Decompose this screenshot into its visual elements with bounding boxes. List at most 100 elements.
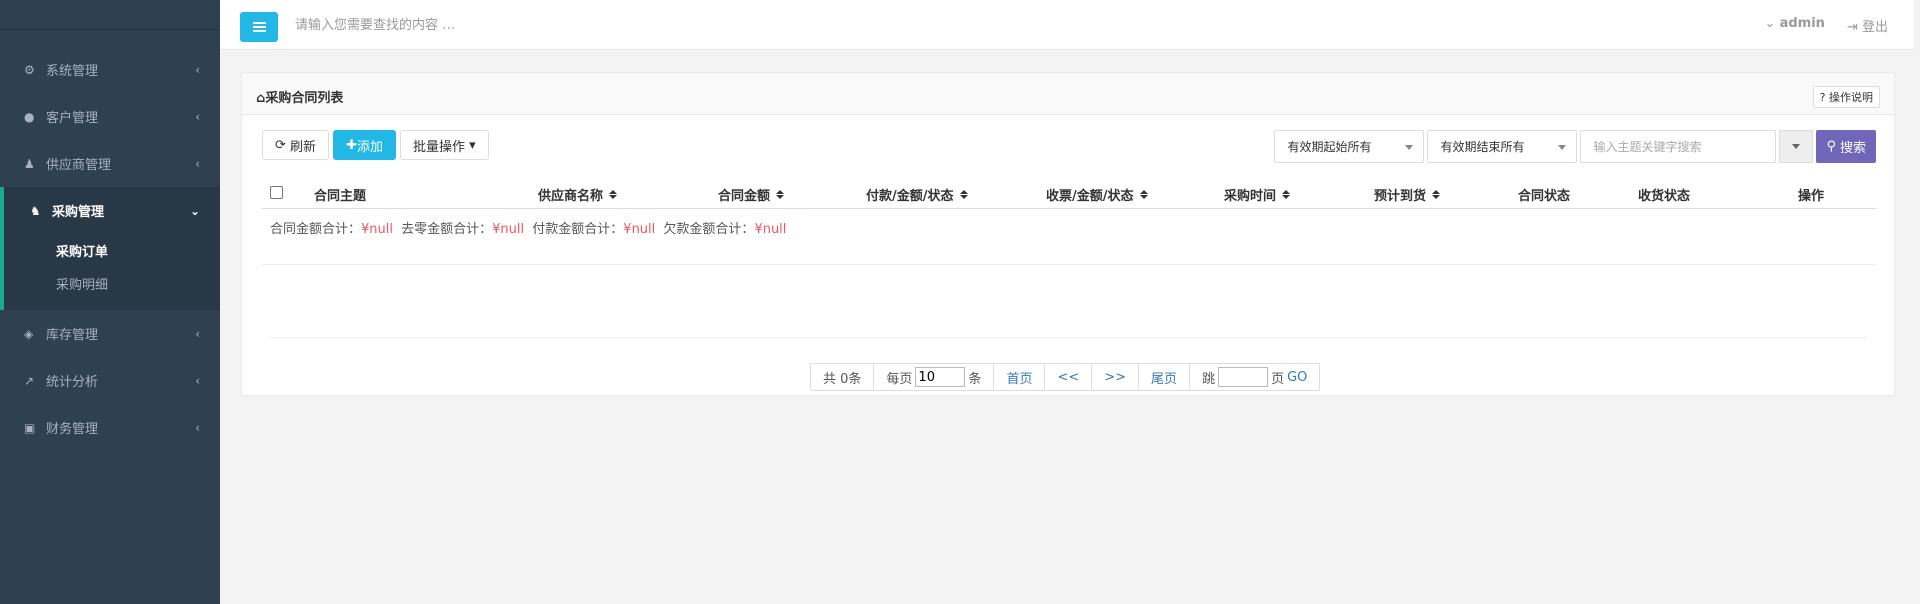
column-header-payment[interactable]: 付款/金额/状态 bbox=[866, 185, 968, 204]
chevron-left-icon: ‹ bbox=[195, 156, 200, 171]
money-icon: ▣ bbox=[24, 420, 36, 435]
column-header-expected-arrival[interactable]: 预计到货 bbox=[1374, 185, 1441, 204]
next-page-link[interactable]: >> bbox=[1092, 364, 1140, 390]
users-icon: ♟ bbox=[24, 156, 35, 171]
panel-header: ⌂采购合同列表 ? 操作说明 bbox=[242, 73, 1894, 115]
totals-summary: 合同金额合计：¥null 去零金额合计：¥null 付款金额合计：¥null 欠… bbox=[262, 209, 1876, 265]
cube-icon: ◈ bbox=[24, 326, 34, 341]
caret-down-icon: ▾ bbox=[469, 137, 476, 153]
sidebar-subitem-purchase-orders[interactable]: 采购订单 bbox=[4, 234, 220, 267]
column-header-amount[interactable]: 合同金额 bbox=[718, 185, 785, 204]
validity-end-value: 有效期结束所有 bbox=[1440, 140, 1525, 154]
jump-label: 跳 bbox=[1202, 371, 1216, 387]
keyword-search-input[interactable] bbox=[1580, 130, 1777, 163]
panel-title-text: 采购合同列表 bbox=[265, 91, 344, 106]
column-header-purchase-time[interactable]: 采购时间 bbox=[1224, 185, 1291, 204]
validity-end-select[interactable]: 有效期结束所有 bbox=[1427, 130, 1578, 163]
hamburger-icon bbox=[252, 22, 266, 32]
last-page-link[interactable]: 尾页 bbox=[1139, 364, 1191, 390]
sidebar-item-label: 统计分析 bbox=[46, 375, 99, 390]
summary-label: 去零金额合计： bbox=[401, 222, 493, 237]
user-icon: ● bbox=[24, 109, 35, 124]
column-header-contract-status: 合同状态 bbox=[1518, 185, 1570, 204]
go-button[interactable]: GO bbox=[1287, 370, 1307, 385]
username: admin bbox=[1779, 16, 1825, 31]
summary-value: ¥null bbox=[754, 222, 787, 237]
summary-label: 付款金额合计： bbox=[532, 222, 624, 237]
add-label: 添加 bbox=[356, 139, 383, 155]
sidebar-item-label: 财务管理 bbox=[46, 422, 99, 437]
caret-down-icon bbox=[1792, 144, 1801, 149]
summary-value: ¥null bbox=[623, 222, 656, 237]
select-all-checkbox[interactable] bbox=[270, 186, 283, 199]
sort-icon bbox=[959, 190, 968, 199]
jump-unit: 页 bbox=[1271, 371, 1285, 387]
sign-out-icon: ⇥ bbox=[1846, 20, 1858, 35]
top-navbar: ⌄ admin ⇥ 登出 bbox=[220, 0, 1920, 50]
chevron-down-icon: ⌄ bbox=[1764, 16, 1776, 31]
first-page-link[interactable]: 首页 bbox=[994, 364, 1046, 390]
column-header-receipt-status: 收货状态 bbox=[1638, 185, 1690, 204]
page-scrollbar[interactable] bbox=[1914, 0, 1920, 604]
divider bbox=[270, 337, 1868, 338]
sidebar-item-suppliers[interactable]: ♟ 供应商管理 ‹ bbox=[0, 140, 220, 187]
batch-actions-button[interactable]: 批量操作 ▾ bbox=[399, 130, 489, 160]
help-button[interactable]: ? 操作说明 bbox=[1812, 86, 1880, 108]
column-header-invoice[interactable]: 收票/金额/状态 bbox=[1046, 185, 1148, 204]
search-button[interactable]: ⚲ 搜索 bbox=[1816, 130, 1876, 163]
validity-start-select[interactable]: 有效期起始所有 bbox=[1274, 130, 1425, 163]
column-label: 合同金额 bbox=[718, 189, 771, 204]
prev-page-link[interactable]: << bbox=[1045, 364, 1093, 390]
column-label: 合同主题 bbox=[314, 189, 367, 204]
column-label: 收票/金额/状态 bbox=[1046, 189, 1134, 204]
jump-page-input[interactable] bbox=[1218, 367, 1269, 387]
column-label: 收货状态 bbox=[1638, 189, 1691, 204]
sidebar-submenu: 采购订单 采购明细 bbox=[4, 234, 220, 310]
total-count: 共 0条 bbox=[811, 364, 875, 390]
sidebar-item-inventory[interactable]: ◈ 库存管理 ‹ bbox=[0, 310, 220, 357]
menu-toggle-button[interactable] bbox=[240, 12, 278, 42]
add-button[interactable]: ✚ 添加 bbox=[333, 130, 396, 160]
logout-link[interactable]: ⇥ 登出 bbox=[1847, 16, 1888, 35]
chevron-left-icon: ‹ bbox=[195, 420, 200, 435]
chevron-left-icon: ‹ bbox=[195, 326, 200, 341]
logout-label: 登出 bbox=[1861, 20, 1888, 35]
sidebar-subitem-purchase-details[interactable]: 采购明细 bbox=[4, 267, 220, 300]
page-size-unit: 条 bbox=[968, 371, 982, 387]
pagination: 共 0条 每页 条 首页 << >> 尾页 跳 页 GO bbox=[810, 363, 1321, 391]
sidebar-item-purchasing[interactable]: ♞ 采购管理 ⌄ bbox=[4, 187, 220, 234]
validity-start-value: 有效期起始所有 bbox=[1287, 140, 1372, 154]
sidebar-item-finance[interactable]: ▣ 财务管理 ‹ bbox=[0, 404, 220, 451]
sidebar-group-purchasing: ♞ 采购管理 ⌄ 采购订单 采购明细 bbox=[0, 187, 220, 310]
line-chart-icon: ↗ bbox=[24, 373, 35, 388]
contracts-table: 合同主题 供应商名称 合同金额 付款/金额/状态 收票/金额/状态 采购时间 预… bbox=[262, 175, 1876, 265]
column-label: 付款/金额/状态 bbox=[866, 189, 954, 204]
sort-icon bbox=[1139, 190, 1148, 199]
caret-down-icon bbox=[1558, 145, 1567, 150]
refresh-icon: ⟳ bbox=[275, 137, 286, 153]
chevron-left-icon: ‹ bbox=[195, 62, 200, 77]
column-label: 操作 bbox=[1798, 189, 1825, 204]
sort-icon bbox=[609, 190, 618, 199]
batch-label: 批量操作 bbox=[412, 139, 465, 155]
sidebar-item-label: 供应商管理 bbox=[46, 158, 112, 173]
column-label: 供应商名称 bbox=[538, 189, 604, 204]
summary-value: ¥null bbox=[492, 222, 525, 237]
search-options-dropdown[interactable] bbox=[1779, 130, 1814, 163]
sidebar-item-customers[interactable]: ● 客户管理 ‹ bbox=[0, 93, 220, 140]
column-header-supplier[interactable]: 供应商名称 bbox=[538, 185, 618, 204]
table-header: 合同主题 供应商名称 合同金额 付款/金额/状态 收票/金额/状态 采购时间 预… bbox=[262, 175, 1876, 209]
column-header-actions: 操作 bbox=[1798, 185, 1824, 204]
global-search-input[interactable] bbox=[295, 14, 595, 36]
summary-value: ¥null bbox=[361, 222, 393, 237]
refresh-button[interactable]: ⟳ 刷新 bbox=[262, 130, 330, 160]
toolbar: ⟳ 刷新 ✚ 添加 批量操作 ▾ bbox=[262, 130, 489, 160]
question-circle-icon: ? bbox=[1819, 90, 1826, 104]
panel-title: ⌂采购合同列表 bbox=[256, 87, 343, 106]
user-secret-icon: ♞ bbox=[30, 203, 41, 218]
page-size-input[interactable] bbox=[915, 367, 966, 387]
chevron-left-icon: ‹ bbox=[195, 109, 200, 124]
sidebar-item-system[interactable]: ⚙ 系统管理 ‹ bbox=[0, 46, 220, 93]
sidebar-item-statistics[interactable]: ↗ 统计分析 ‹ bbox=[0, 357, 220, 404]
user-menu[interactable]: ⌄ admin bbox=[1765, 16, 1825, 35]
